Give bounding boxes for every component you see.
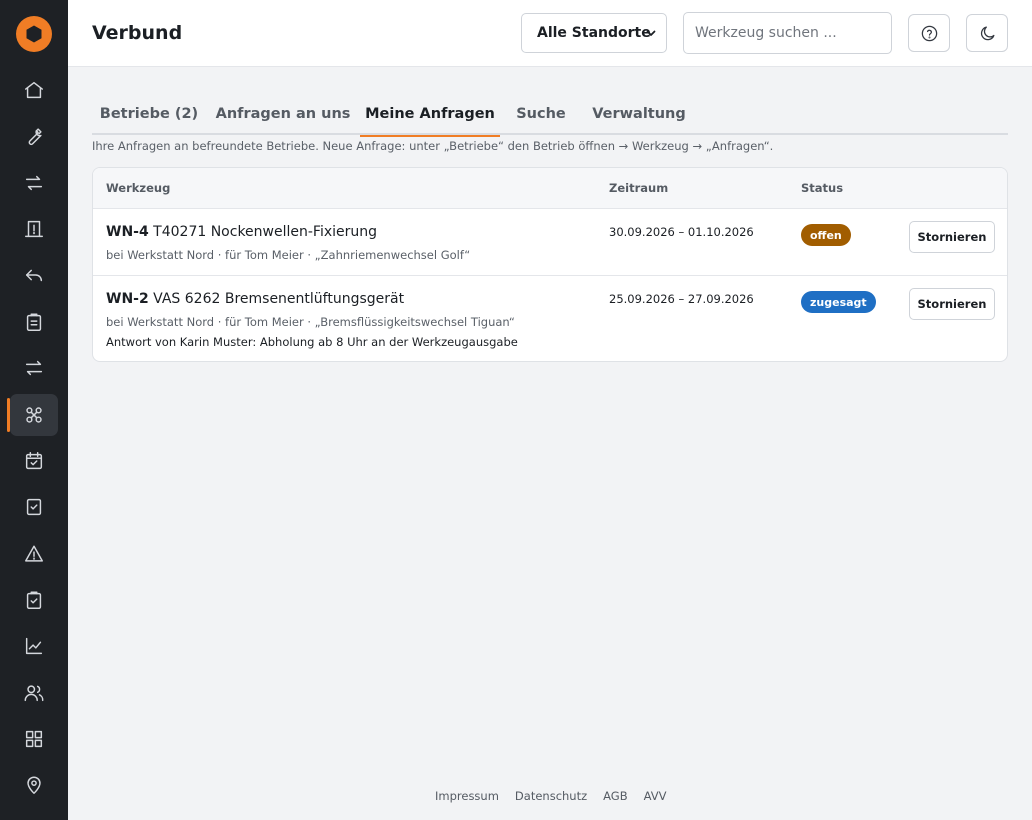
hint-text: Ihre Anfragen an befreundete Betriebe. N…: [92, 139, 774, 153]
request-period: 30.09.2026 – 01.10.2026: [609, 225, 754, 239]
network-icon: [26, 407, 42, 423]
status-badge: zugesagt: [801, 291, 876, 313]
tool-name: T40271 Nockenwellen-Fixierung: [153, 224, 378, 240]
footer-link-avv[interactable]: AVV: [644, 789, 667, 803]
moon-icon: [980, 26, 994, 40]
tool-title: WN-4 T40271 Nockenwellen-Fixierung: [106, 224, 377, 240]
tab-verwaltung[interactable]: Verwaltung: [584, 92, 694, 135]
status-badge: offen: [801, 224, 851, 246]
top-header: Verbund Alle Standorte: [68, 0, 1032, 67]
clipboard-icon: [26, 313, 42, 331]
sidebar-item-inspections[interactable]: [10, 579, 58, 621]
location-select-value: Alle Standorte: [537, 25, 651, 41]
help-icon: [921, 25, 937, 41]
footer-link-impressum[interactable]: Impressum: [435, 789, 499, 803]
tab-bar: Betriebe (2) Anfragen an uns Meine Anfra…: [92, 92, 1008, 137]
tool-title: WN-2 VAS 6262 Bremsenentlüftungsgerät: [106, 291, 404, 307]
sidebar-item-tasks[interactable]: [10, 486, 58, 528]
warning-icon: [25, 545, 43, 562]
table-row: WN-2 VAS 6262 Bremsenentlüftungsgerät be…: [93, 277, 1007, 361]
sidebar-item-receipt[interactable]: [10, 208, 58, 250]
column-header-status: Status: [801, 181, 844, 195]
sidebar-item-return[interactable]: [10, 254, 58, 296]
users-icon: [24, 685, 44, 702]
dark-mode-toggle[interactable]: [966, 14, 1008, 52]
sidebar-item-transfer[interactable]: [10, 347, 58, 389]
cancel-request-button[interactable]: Stornieren: [909, 288, 995, 320]
sidebar-item-swap[interactable]: [10, 162, 58, 204]
sidebar-item-apps[interactable]: [10, 718, 58, 760]
home-icon: [25, 81, 43, 99]
location-select[interactable]: Alle Standorte: [521, 13, 667, 53]
checkbox-icon: [26, 498, 42, 516]
chart-icon: [25, 637, 43, 655]
table-header: Werkzeug Zeitraum Status: [93, 168, 1007, 209]
sidebar-item-orders[interactable]: [10, 301, 58, 343]
sidebar: [0, 0, 68, 820]
sidebar-item-home[interactable]: [10, 69, 58, 111]
sidebar-item-warnings[interactable]: [10, 533, 58, 575]
tool-search-input[interactable]: [683, 12, 892, 54]
requests-table: Werkzeug Zeitraum Status WN-4 T40271 Noc…: [92, 167, 1008, 362]
request-meta: bei Werkstatt Nord · für Tom Meier · „Za…: [106, 248, 471, 262]
column-header-zeitraum: Zeitraum: [609, 181, 669, 195]
cancel-request-button[interactable]: Stornieren: [909, 221, 995, 253]
help-button[interactable]: [908, 14, 950, 52]
sidebar-item-users[interactable]: [10, 672, 58, 714]
tool-code: WN-4: [106, 224, 149, 240]
footer-link-agb[interactable]: AGB: [603, 789, 627, 803]
request-meta: bei Werkstatt Nord · für Tom Meier · „Br…: [106, 315, 515, 329]
transfer-icon: [25, 360, 43, 376]
hexagon-logo-icon: [26, 25, 42, 43]
sidebar-item-calendar[interactable]: [10, 440, 58, 482]
app-logo[interactable]: [16, 16, 52, 52]
chevron-down-icon: [646, 30, 656, 36]
swap-icon: [25, 175, 43, 191]
table-row: WN-4 T40271 Nockenwellen-Fixierung bei W…: [93, 210, 1007, 276]
tab-meine-anfragen[interactable]: Meine Anfragen: [360, 92, 500, 137]
tab-anfragen-an-uns[interactable]: Anfragen an uns: [212, 92, 354, 135]
tab-betriebe[interactable]: Betriebe (2): [92, 92, 206, 135]
page-title: Verbund: [92, 22, 183, 44]
grid-icon: [25, 730, 43, 748]
request-answer: Antwort von Karin Muster: Abholung ab 8 …: [106, 335, 518, 349]
tab-suche[interactable]: Suche: [508, 92, 574, 135]
receipt-icon: [25, 220, 43, 238]
sidebar-item-network[interactable]: [7, 394, 58, 436]
footer: Impressum Datenschutz AGB AVV: [435, 789, 666, 803]
tool-name: VAS 6262 Bremsenentlüftungsgerät: [153, 291, 405, 307]
column-header-werkzeug: Werkzeug: [106, 181, 171, 195]
wrench-icon: [28, 128, 42, 146]
clipboard-check-icon: [26, 591, 42, 609]
calendar-check-icon: [25, 452, 43, 470]
tool-code: WN-2: [106, 291, 149, 307]
sidebar-item-tools[interactable]: [10, 115, 58, 157]
return-icon: [25, 269, 43, 282]
sidebar-item-locations[interactable]: [10, 764, 58, 806]
sidebar-item-statistics[interactable]: [10, 625, 58, 667]
footer-link-datenschutz[interactable]: Datenschutz: [515, 789, 587, 803]
request-period: 25.09.2026 – 27.09.2026: [609, 292, 754, 306]
location-pin-icon: [27, 776, 41, 794]
